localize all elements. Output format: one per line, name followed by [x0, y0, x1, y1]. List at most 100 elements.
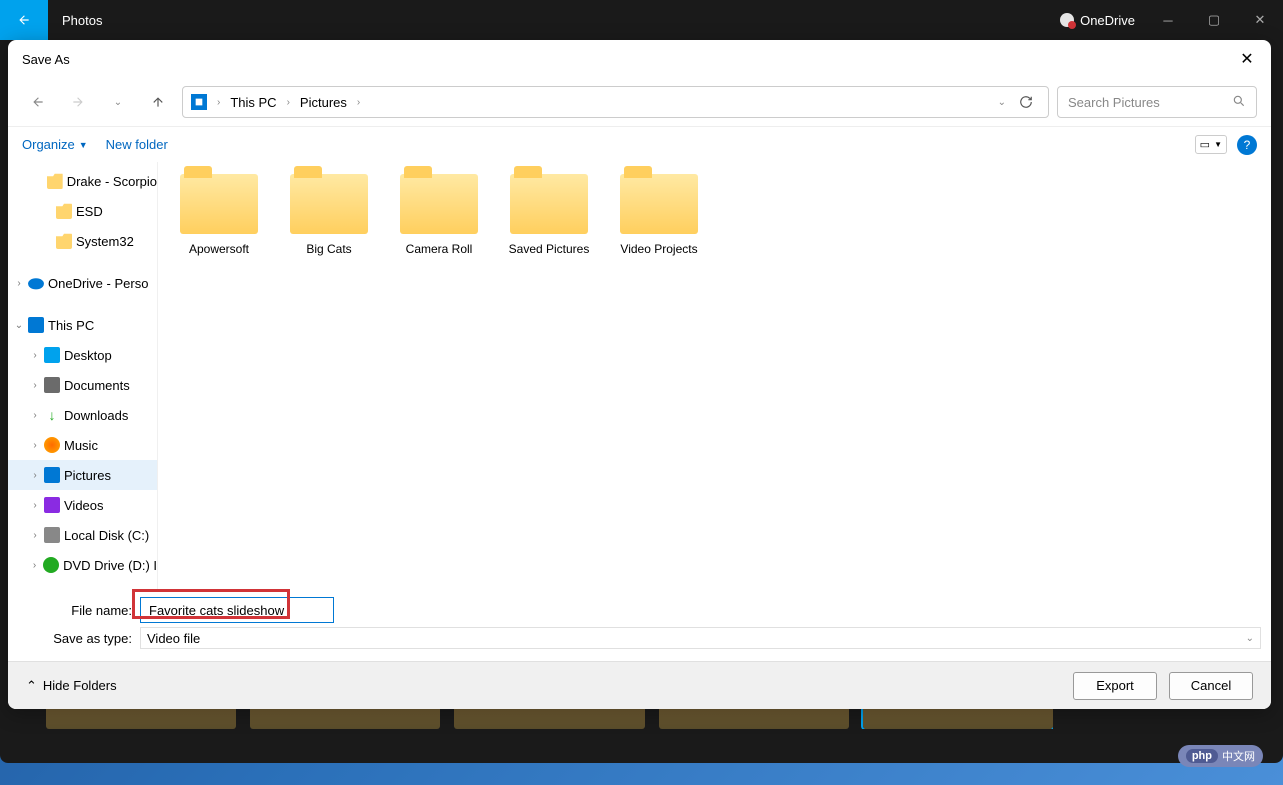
- breadcrumb-current[interactable]: Pictures: [300, 95, 347, 110]
- folder-label: Big Cats: [306, 242, 351, 256]
- type-select[interactable]: Video file ⌄: [140, 627, 1261, 649]
- folder-label: Apowersoft: [189, 242, 249, 256]
- nav-back-button[interactable]: [22, 86, 54, 118]
- tree-item-label: System32: [76, 234, 134, 249]
- folder-label: Saved Pictures: [509, 242, 590, 256]
- view-selector[interactable]: ▭ ▼: [1195, 135, 1227, 154]
- php-badge: 中文网: [1178, 745, 1263, 767]
- nav-tree-item[interactable]: ⌄This PC: [8, 310, 157, 340]
- back-button[interactable]: [0, 0, 48, 40]
- onedrive-indicator[interactable]: OneDrive: [1050, 13, 1145, 28]
- nav-tree-item[interactable]: ›Pictures: [8, 460, 157, 490]
- nav-tree-item[interactable]: ›Music: [8, 430, 157, 460]
- folder-icon: [180, 174, 258, 234]
- nav-tree-item[interactable]: ›DVD Drive (D:) I: [8, 550, 157, 580]
- docs-icon: [44, 377, 60, 393]
- nav-tree-item[interactable]: System32: [8, 226, 157, 256]
- close-button[interactable]: ✕: [1237, 0, 1283, 40]
- refresh-button[interactable]: [1012, 88, 1040, 116]
- tree-item-label: ESD: [76, 204, 103, 219]
- chevron-up-icon: ⌃: [26, 678, 37, 694]
- search-icon: [1232, 94, 1246, 111]
- hide-folders-button[interactable]: ⌃ Hide Folders: [26, 678, 117, 694]
- cancel-button[interactable]: Cancel: [1169, 672, 1253, 700]
- nav-forward-button[interactable]: [62, 86, 94, 118]
- folder-label: Camera Roll: [406, 242, 473, 256]
- nav-tree-item[interactable]: › OneDrive - Perso: [8, 268, 157, 298]
- dialog-titlebar: Save As ✕: [8, 40, 1271, 78]
- nav-tree-item[interactable]: ›Desktop: [8, 340, 157, 370]
- onedrive-label: OneDrive: [1080, 13, 1135, 28]
- tree-item-label: Pictures: [64, 468, 111, 483]
- folder-icon: [290, 174, 368, 234]
- nav-recent-button[interactable]: ⌄: [102, 86, 134, 118]
- folder-content[interactable]: Apowersoft Big Cats Camera Roll Saved Pictu…: [158, 162, 1271, 589]
- folder-tile[interactable]: Camera Roll: [396, 174, 482, 256]
- organize-button[interactable]: Organize ▼: [22, 137, 88, 152]
- view-icon: ▭: [1200, 138, 1210, 151]
- tree-caret-icon: ›: [30, 560, 39, 571]
- chevron-down-icon: ▼: [1214, 140, 1222, 149]
- arrow-left-icon: [31, 95, 45, 109]
- save-as-dialog: Save As ✕ ⌄ › This PC › Pictures › ⌄: [8, 40, 1271, 709]
- search-box[interactable]: Search Pictures: [1057, 86, 1257, 118]
- nav-tree-item[interactable]: Drake - Scorpio: [8, 166, 157, 196]
- tree-caret-icon: ›: [30, 350, 40, 361]
- button-bar: ⌃ Hide Folders Export Cancel: [8, 661, 1271, 709]
- search-placeholder: Search Pictures: [1068, 95, 1160, 110]
- folder-icon: [56, 203, 72, 219]
- tree-caret-icon: ›: [30, 440, 40, 451]
- nav-tree-item[interactable]: › Local Disk (C:): [8, 520, 157, 550]
- nav-up-button[interactable]: [142, 86, 174, 118]
- export-button[interactable]: Export: [1073, 672, 1157, 700]
- chevron-right-icon: ›: [283, 97, 294, 108]
- arrow-right-icon: [71, 95, 85, 109]
- nav-tree-item[interactable]: ›Videos: [8, 490, 157, 520]
- disk-icon: [44, 527, 60, 543]
- thispc-icon: [28, 317, 44, 333]
- folder-tile[interactable]: Big Cats: [286, 174, 372, 256]
- app-title: Photos: [48, 13, 116, 28]
- breadcrumb-root[interactable]: This PC: [230, 95, 276, 110]
- folder-icon: [47, 173, 63, 189]
- nav-tree-item[interactable]: ESD: [8, 196, 157, 226]
- maximize-button[interactable]: ▢: [1191, 0, 1237, 40]
- pictures-icon: [191, 94, 207, 110]
- nav-tree: Drake - Scorpio ESD System32 › OneDrive - Pe…: [8, 162, 158, 589]
- nav-tree-item[interactable]: ›↓Downloads: [8, 400, 157, 430]
- address-bar[interactable]: › This PC › Pictures › ⌄: [182, 86, 1049, 118]
- folder-icon: [56, 233, 72, 249]
- nav-tree-item[interactable]: ›Documents: [8, 370, 157, 400]
- tree-item-label: Videos: [64, 498, 104, 513]
- chevron-down-icon: ⌄: [114, 97, 122, 108]
- tree-item-label: Downloads: [64, 408, 128, 423]
- pic-icon: [44, 467, 60, 483]
- dl-icon: ↓: [44, 407, 60, 423]
- dialog-close-button[interactable]: ✕: [1231, 43, 1263, 75]
- refresh-icon: [1019, 95, 1033, 109]
- new-folder-button[interactable]: New folder: [106, 137, 168, 152]
- tree-caret-icon: ›: [30, 380, 40, 391]
- onedrive-icon: [28, 275, 44, 291]
- tree-caret-icon: ›: [30, 530, 40, 541]
- nav-row: ⌄ › This PC › Pictures › ⌄ Search Pictur…: [8, 78, 1271, 126]
- minimize-button[interactable]: ─: [1145, 0, 1191, 40]
- folder-icon: [400, 174, 478, 234]
- chevron-down-icon[interactable]: ⌄: [998, 97, 1006, 108]
- folder-tile[interactable]: Apowersoft: [176, 174, 262, 256]
- folder-tile[interactable]: Video Projects: [616, 174, 702, 256]
- tree-caret-icon: ⌄: [14, 320, 24, 331]
- tree-item-label: Local Disk (C:): [64, 528, 149, 543]
- toolbar: Organize ▼ New folder ▭ ▼ ?: [8, 126, 1271, 162]
- tree-item-label: OneDrive - Perso: [48, 276, 148, 291]
- tree-item-label: Drake - Scorpio: [67, 174, 157, 189]
- photos-titlebar: Photos OneDrive ─ ▢ ✕: [0, 0, 1283, 40]
- folder-tile[interactable]: Saved Pictures: [506, 174, 592, 256]
- music-icon: [44, 437, 60, 453]
- tree-caret-icon: ›: [14, 278, 24, 289]
- folder-label: Video Projects: [620, 242, 697, 256]
- help-button[interactable]: ?: [1237, 135, 1257, 155]
- input-section: File name: Save as type: Video file ⌄: [8, 589, 1271, 661]
- filename-input[interactable]: [140, 597, 334, 623]
- filename-label: File name:: [18, 603, 140, 618]
